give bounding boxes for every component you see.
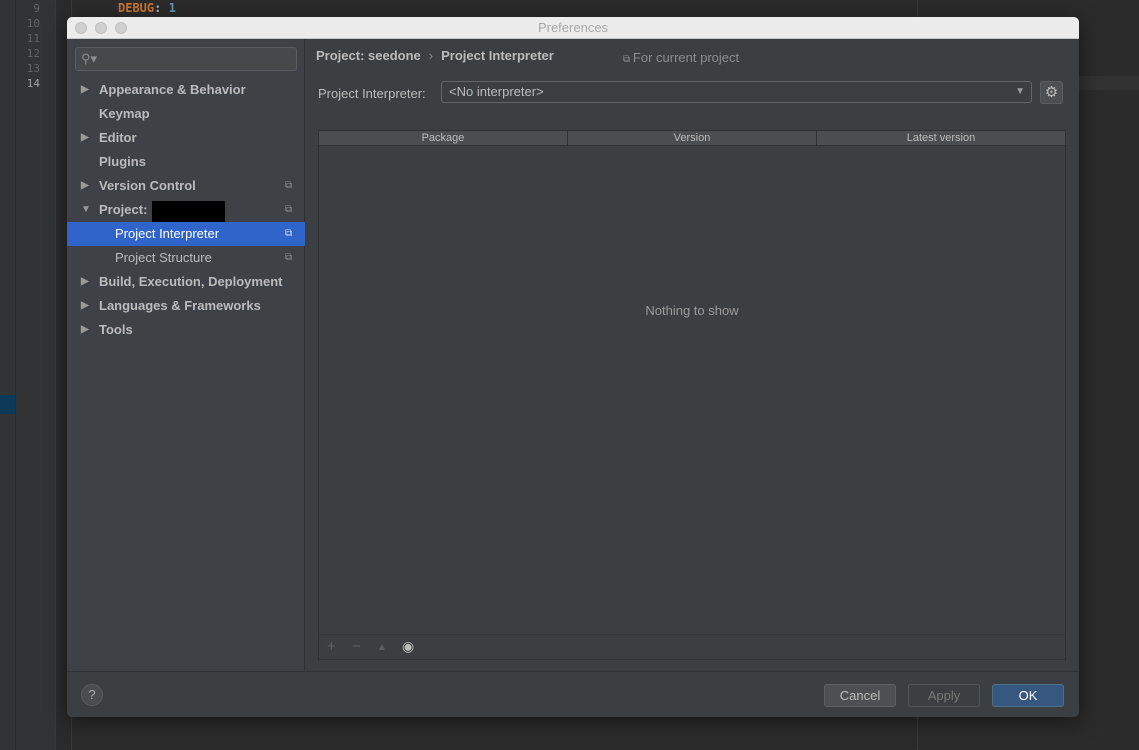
breadcrumb-separator: › [428, 48, 434, 63]
project-scope-icon: ⧉ [285, 252, 293, 263]
sidebar-item-editor[interactable]: ▶ Editor [67, 126, 305, 150]
empty-state-text: Nothing to show [645, 303, 739, 318]
zoom-window-button[interactable] [115, 22, 127, 34]
interpreter-settings-button[interactable]: ⚙ [1040, 81, 1063, 104]
upgrade-package-icon[interactable]: ▲ [377, 642, 387, 653]
caret-row-highlight [1079, 76, 1139, 90]
dialog-title: Preferences [537, 20, 609, 35]
sidebar-item-label: Project Interpreter [115, 226, 220, 241]
breadcrumb: Project: seedone › Project Interpreter [316, 48, 554, 63]
settings-sidebar: ⚲▾ ▶ Appearance & Behavior Keymap ▶ Editor… [67, 39, 305, 671]
expand-arrow-icon: ▶ [81, 180, 89, 191]
packages-table: Package Version Latest version Nothing t… [318, 130, 1066, 660]
expand-arrow-icon: ▶ [81, 84, 89, 95]
dialog-footer: ? Cancel Apply OK [67, 671, 1079, 717]
line-number: 12 [26, 47, 40, 60]
expand-arrow-icon: ▶ [81, 132, 89, 143]
minimize-window-button[interactable] [95, 22, 107, 34]
line-number: 13 [26, 62, 40, 75]
add-package-icon[interactable]: + [327, 638, 336, 655]
close-window-button[interactable] [75, 22, 87, 34]
project-scope-icon: ⧉ [285, 228, 293, 239]
settings-search-input[interactable]: ⚲▾ [75, 47, 297, 71]
sidebar-item-label: Project Structure [115, 250, 212, 265]
ok-button[interactable]: OK [992, 684, 1064, 707]
sidebar-item-languages[interactable]: ▶ Languages & Frameworks [67, 294, 305, 318]
sidebar-item-project-interpreter[interactable]: Project Interpreter ⧉ [67, 222, 305, 246]
sidebar-item-label: Plugins [99, 154, 146, 169]
project-scope-icon: ⧉ [285, 204, 293, 215]
sidebar-item-project-structure[interactable]: Project Structure ⧉ [67, 246, 305, 270]
settings-content: Project: seedone › Project Interpreter ⧉ F… [306, 39, 1079, 671]
editor-gutter [0, 0, 15, 750]
sidebar-item-label: Languages & Frameworks [99, 298, 261, 313]
breadcrumb-page: Project Interpreter [441, 48, 554, 63]
line-number: 14 [26, 77, 40, 90]
line-number: 9 [33, 2, 40, 15]
help-button[interactable]: ? [81, 684, 103, 706]
sidebar-item-label: Project: [99, 202, 148, 217]
project-scope-icon: ⧉ [285, 180, 293, 191]
collapse-arrow-icon: ▼ [81, 204, 91, 215]
table-header: Package Version Latest version [319, 131, 1065, 146]
apply-button[interactable]: Apply [908, 684, 980, 707]
table-toolbar: + − ▲ ◉ [319, 634, 1065, 659]
cancel-button[interactable]: Cancel [824, 684, 896, 707]
sidebar-item-appearance[interactable]: ▶ Appearance & Behavior [67, 78, 305, 102]
title-bar: Preferences [67, 17, 1079, 39]
expand-arrow-icon: ▶ [81, 324, 89, 335]
expand-arrow-icon: ▶ [81, 276, 89, 287]
column-header-package[interactable]: Package [319, 131, 568, 145]
sidebar-item-version-control[interactable]: ▶ Version Control ⧉ [67, 174, 305, 198]
scope-note-text: For current project [632, 50, 740, 65]
code-value: 1 [168, 1, 176, 15]
interpreter-value: <No interpreter> [449, 84, 544, 99]
sidebar-item-label: Keymap [99, 106, 150, 121]
sidebar-item-project[interactable]: ▼ Project: ⧉ [67, 198, 305, 226]
column-header-latest-version[interactable]: Latest version [817, 131, 1065, 145]
gear-icon: ⚙ [1044, 84, 1059, 101]
chevron-down-icon: ▼ [1015, 86, 1025, 97]
sidebar-item-keymap[interactable]: Keymap [67, 102, 305, 126]
project-scope-icon: ⧉ [623, 54, 633, 65]
sidebar-item-plugins[interactable]: Plugins [67, 150, 305, 174]
code-key: DEBUG [118, 1, 155, 15]
sidebar-item-label: Appearance & Behavior [99, 82, 246, 97]
remove-package-icon[interactable]: − [352, 638, 361, 655]
gutter-marker [0, 395, 15, 414]
interpreter-label: Project Interpreter: [318, 86, 426, 101]
sidebar-item-label: Build, Execution, Deployment [99, 274, 283, 289]
sidebar-item-build[interactable]: ▶ Build, Execution, Deployment [67, 270, 305, 294]
code-line: DEBUG: 1 [118, 1, 176, 15]
scope-note: ⧉ For current project [623, 50, 739, 65]
column-header-version[interactable]: Version [568, 131, 817, 145]
line-number: 11 [26, 32, 40, 45]
line-numbers: 9 10 11 12 13 14 [16, 0, 56, 750]
sidebar-item-label: Tools [99, 322, 133, 337]
expand-arrow-icon: ▶ [81, 300, 89, 311]
sidebar-item-label: Editor [99, 130, 137, 145]
sidebar-item-label: Version Control [99, 178, 196, 193]
breadcrumb-project: Project: seedone [316, 48, 421, 63]
preferences-dialog: Preferences ⚲▾ ▶ Appearance & Behavior Ke… [67, 17, 1079, 717]
interpreter-select[interactable]: <No interpreter> ▼ [441, 81, 1032, 103]
sidebar-item-tools[interactable]: ▶ Tools [67, 318, 305, 342]
line-number: 10 [26, 17, 40, 30]
eye-icon[interactable]: ◉ [402, 638, 414, 655]
search-icon: ⚲▾ [81, 51, 98, 66]
